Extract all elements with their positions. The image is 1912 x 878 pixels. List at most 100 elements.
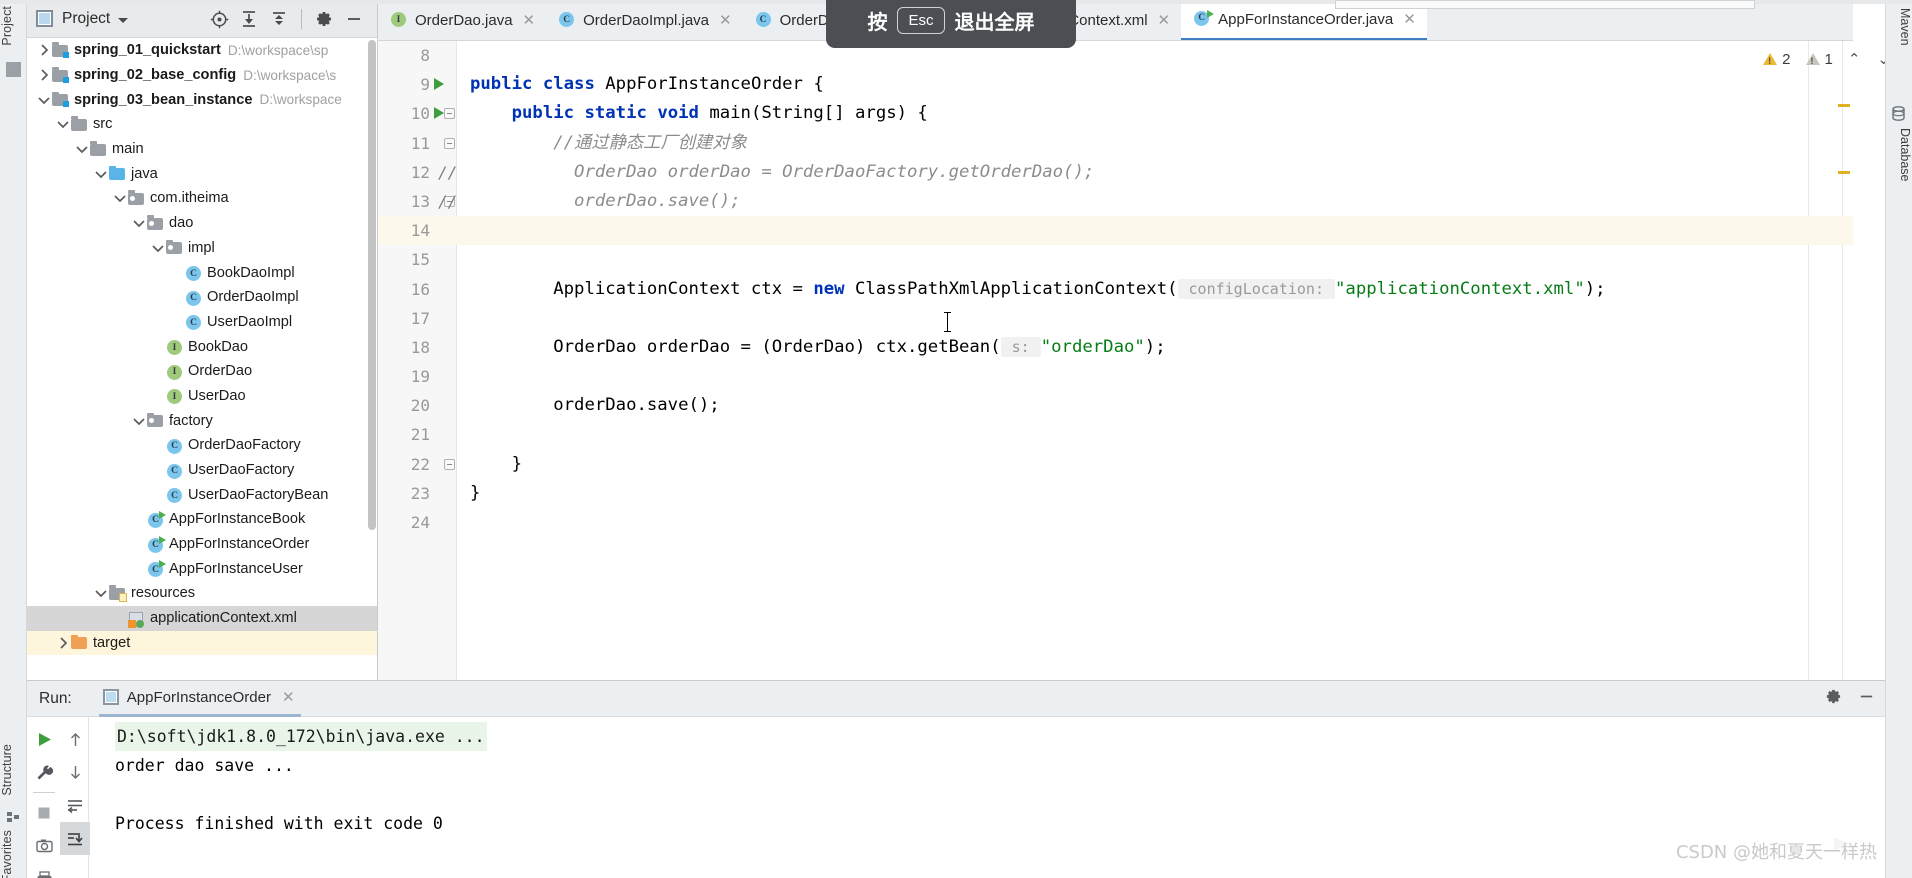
tree-node-appforinstanceorder[interactable]: C AppForInstanceOrder [27,532,377,557]
code-line[interactable]: 8 [378,41,1853,70]
code-line[interactable]: 21 [378,420,1853,449]
code-line[interactable]: 16 ApplicationContext ctx = new ClassPat… [378,275,1853,304]
run-gutter-icon[interactable] [434,78,444,91]
tree-node-userdao[interactable]: I UserDao [27,384,377,409]
sidebar-tab-structure[interactable]: Structure [0,744,27,796]
chevron-down-icon[interactable] [131,215,147,231]
run-hide-button[interactable] [1858,688,1875,710]
code-line[interactable]: 12 // OrderDao orderDao = OrderDaoFactory… [378,158,1853,187]
tree-node-factory[interactable]: factory [27,408,377,433]
soft-wrap-button[interactable] [60,789,90,822]
chevron-right-icon[interactable] [55,635,71,651]
chevron-down-icon[interactable] [118,17,129,23]
sidebar-tab-maven[interactable]: Maven [1885,8,1912,46]
close-icon[interactable]: ✕ [523,13,536,28]
code-line[interactable]: 14 [378,216,1853,246]
code-line[interactable]: 23} [378,479,1853,508]
locate-file-button[interactable] [204,4,234,34]
error-stripe-mark[interactable] [1838,104,1850,107]
project-tree[interactable]: spring_01_quickstart D:\workspace\sp sprin… [27,38,377,679]
console-output[interactable]: D:\soft\jdk1.8.0_172\bin\java.exe ... ord… [90,717,1885,878]
tree-node-impl[interactable]: impl [27,236,377,261]
down-button[interactable] [60,756,90,789]
close-icon[interactable]: ✕ [1403,12,1416,27]
sidebar-tab-project[interactable]: Project [0,6,27,46]
run-settings-button[interactable] [1825,688,1842,710]
tree-node-spring-02-base-config[interactable]: spring_02_base_config D:\workspace\s [27,63,377,88]
code-line[interactable]: 15 [378,245,1853,274]
line-number: 11 [410,133,430,153]
hide-panel-button[interactable] [339,4,369,34]
code-line[interactable]: 13 // orderDao.save(); [378,187,1853,216]
tree-node-appforinstanceuser[interactable]: C AppForInstanceUser [27,556,377,581]
code-line[interactable]: 19 [378,362,1853,391]
tree-node-orderdao[interactable]: I OrderDao [27,359,377,384]
up-button[interactable] [60,723,90,756]
tree-node-dao[interactable]: dao [27,211,377,236]
tree-node-resources[interactable]: resources [27,581,377,606]
tree-node-bookdaoimpl[interactable]: C BookDaoImpl [27,260,377,285]
tree-node-applicationcontext-xml[interactable]: applicationContext.xml [27,605,377,631]
chevron-down-icon[interactable] [112,190,128,206]
tree-node-main[interactable]: main [27,137,377,162]
edit-configuration-button[interactable] [29,756,59,789]
scroll-to-end-button[interactable] [60,822,90,855]
code-line[interactable]: 10 public static void main(String[] args… [378,99,1853,128]
error-stripe-mark[interactable] [1838,171,1850,174]
run-gutter-icon[interactable] [434,107,444,120]
code-line[interactable]: 11 //通过静态工厂创建对象 [378,129,1853,158]
prev-problem-button[interactable]: ⌃ [1848,50,1861,68]
project-tree-scrollbar[interactable] [368,40,376,530]
tree-node-orderdaofactory[interactable]: C OrderDaoFactory [27,433,377,458]
tree-node-com-itheima[interactable]: com.itheima [27,186,377,211]
run-configuration-tab[interactable]: AppForInstanceOrder ✕ [98,681,301,717]
code-lines[interactable]: 8 9 public class AppForInstanceOrder {10 p… [378,41,1853,680]
chevron-down-icon[interactable] [55,116,71,132]
chevron-down-icon[interactable] [93,166,109,182]
rerun-button[interactable] [29,723,59,756]
fold-toggle-icon[interactable] [444,458,455,470]
collapse-all-button[interactable] [264,4,294,34]
tree-node-userdaofactorybean[interactable]: C UserDaoFactoryBean [27,482,377,507]
chevron-down-icon[interactable] [131,413,147,429]
sidebar-tab-favorites[interactable]: Favorites [0,830,27,878]
chevron-down-icon[interactable] [150,240,166,256]
expand-all-button[interactable] [234,4,264,34]
chevron-right-icon[interactable] [36,42,52,58]
fold-toggle-icon[interactable] [444,137,455,149]
tree-node-appforinstancebook[interactable]: C AppForInstanceBook [27,507,377,532]
minimize-icon [1860,695,1873,698]
close-icon[interactable]: ✕ [719,13,732,28]
tree-node-orderdaoimpl[interactable]: C OrderDaoImpl [27,285,377,310]
fold-toggle-icon[interactable] [444,108,455,120]
tree-node-src[interactable]: src [27,112,377,137]
editor-tab-orderdaoimpl-java[interactable]: C OrderDaoImpl.java ✕ [546,0,742,40]
code-line[interactable]: 9 public class AppForInstanceOrder { [378,70,1853,99]
screenshot-button[interactable] [29,829,59,862]
tree-node-userdaofactory[interactable]: C UserDaoFactory [27,458,377,483]
editor-tab-orderdao-java[interactable]: I OrderDao.java ✕ [378,0,546,40]
code-line[interactable]: 24 [378,508,1853,537]
tree-node-bookdao[interactable]: I BookDao [27,334,377,359]
tree-node-spring-01-quickstart[interactable]: spring_01_quickstart D:\workspace\sp [27,38,377,63]
project-settings-button[interactable] [309,4,339,34]
code-line[interactable]: 20 orderDao.save(); [378,391,1853,420]
chevron-down-icon[interactable] [74,141,90,157]
code-line[interactable]: 22 } [378,450,1853,479]
tree-node-target[interactable]: target [27,630,377,656]
code-line[interactable]: 17 [378,304,1853,333]
tree-node-spring-03-bean-instance[interactable]: spring_03_bean_instance D:\workspace [27,87,377,112]
close-icon[interactable]: ✕ [1158,13,1171,28]
code-editor[interactable]: 8 9 public class AppForInstanceOrder {10 p… [378,41,1853,680]
close-icon[interactable]: ✕ [282,688,295,706]
sidebar-tab-database[interactable]: Database [1885,128,1912,182]
chevron-right-icon[interactable] [36,67,52,83]
tree-node-java[interactable]: java [27,161,377,186]
chevron-down-icon[interactable] [93,585,109,601]
chevron-down-icon[interactable] [36,92,52,108]
stop-button[interactable] [29,796,59,829]
print-button[interactable] [29,862,59,878]
tree-node-userdaoimpl[interactable]: C UserDaoImpl [27,310,377,335]
inspection-widget[interactable]: 2 1 ⌃ ⌄ [1763,50,1890,68]
code-line[interactable]: 18 OrderDao orderDao = (OrderDao) ctx.ge… [378,333,1853,362]
